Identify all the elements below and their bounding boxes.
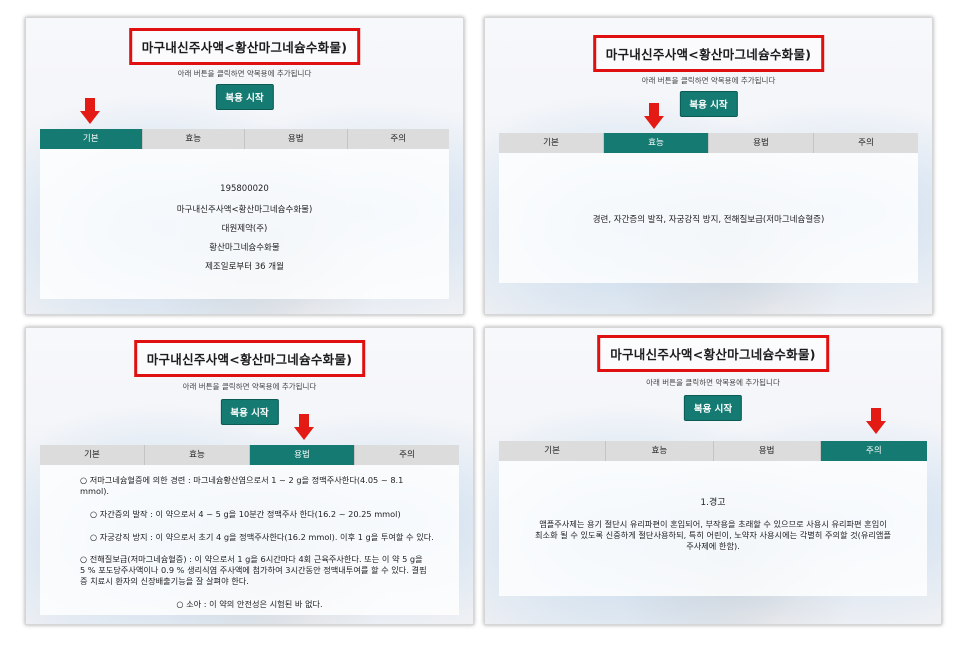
arrow-down-icon [80,98,100,124]
tab-basic[interactable]: 기본 [499,133,604,153]
panel-caution: 마구내신주사액<황산마그네슘수화물) 아래 버튼을 클릭하면 약복용에 추가됩니… [484,327,942,625]
start-button[interactable]: 복용 시작 [215,84,274,110]
panel-basic: 마구내신주사액<황산마그네슘수화물) 아래 버튼을 클릭하면 약복용에 추가됩니… [25,17,464,315]
tab-efficacy[interactable]: 효능 [145,445,250,465]
item-code: 195800020 [220,184,269,194]
usage-item: ○ 자간증의 발작 : 이 약으로서 4 ~ 5 g을 10분간 정맥주사 한다… [90,509,401,519]
tab-caution[interactable]: 주의 [347,129,449,149]
efficacy-text: 경련, 자간증의 발작, 자궁강직 방지, 전해질보급(저마그네슘혈증) [592,215,825,225]
page-title: 마구내신주사액<황산마그네슘수화물) [128,28,361,65]
item-name: 마구내신주사액<황산마그네슘수화물) [176,205,313,215]
tab-efficacy[interactable]: 효능 [604,133,709,153]
tab-usage[interactable]: 용법 [709,133,814,153]
tab-caution[interactable]: 주의 [355,445,459,465]
caution-content: 1.경고 앰플주사제는 용기 절단시 유리파편이 혼입되어, 부작용을 초래할 … [499,461,927,596]
tab-basic[interactable]: 기본 [40,129,143,149]
tab-bar: 기본 효능 용법 주의 [499,441,927,461]
basic-content: 195800020 마구내신주사액<황산마그네슘수화물) 대원제약(주) 황산마… [40,149,449,299]
arrow-down-icon [294,414,314,440]
page-title: 마구내신주사액<황산마그네슘수화물) [133,340,366,377]
usage-item: ○ 소아 : 이 약의 안전성은 시험된 바 없다. [176,599,323,609]
subtitle: 아래 버튼을 클릭하면 약복용에 추가됩니다 [646,378,780,387]
caution-heading: 1.경고 [700,498,726,508]
tab-basic[interactable]: 기본 [499,441,607,461]
panel-efficacy: 마구내신주사액<황산마그네슘수화물) 아래 버튼을 클릭하면 약복용에 추가됩니… [484,17,933,315]
tab-usage[interactable]: 용법 [713,441,821,461]
tab-caution[interactable]: 주의 [820,441,927,461]
page-title: 마구내신주사액<황산마그네슘수화물) [592,35,825,72]
manufacturer: 대원제약(주) [221,224,268,234]
page-title: 마구내신주사액<황산마그네슘수화물) [597,335,829,372]
tab-efficacy[interactable]: 효능 [142,129,245,149]
tab-bar: 기본 효능 용법 주의 [40,445,459,465]
tab-efficacy[interactable]: 효능 [606,441,714,461]
expiry: 제조일로부터 36 개월 [205,262,284,272]
start-button[interactable]: 복용 시작 [679,91,738,117]
usage-item: ○ 전해질보급(저마그네슘혈증) : 이 약으로서 1 g을 6시간마다 4회 … [80,554,427,586]
subtitle: 아래 버튼을 클릭하면 약복용에 추가됩니다 [177,69,312,78]
tab-caution[interactable]: 주의 [814,133,918,153]
tab-bar: 기본 효능 용법 주의 [40,129,449,149]
tab-bar: 기본 효능 용법 주의 [499,133,918,153]
tab-usage[interactable]: 용법 [245,129,348,149]
usage-item: ○ 자궁강직 방지 : 이 약으로서 초기 4 g을 정맥주사한다(16.2 m… [90,532,434,542]
start-button[interactable]: 복용 시작 [220,399,279,425]
start-button[interactable]: 복용 시작 [683,395,743,421]
tab-basic[interactable]: 기본 [40,445,145,465]
efficacy-content: 경련, 자간증의 발작, 자궁강직 방지, 전해질보급(저마그네슘혈증) [499,153,918,283]
tab-usage[interactable]: 용법 [250,445,355,465]
usage-item: ○ 저마그네슘혈증에 의한 경련 : 마그네슘황산염으로서 1 ~ 2 g을 정… [80,475,404,496]
arrow-down-icon [866,408,886,434]
ingredient: 황산마그네슘수화물 [209,243,280,253]
arrow-down-icon [644,103,664,129]
panel-usage: 마구내신주사액<황산마그네슘수화물) 아래 버튼을 클릭하면 약복용에 추가됩니… [25,327,474,625]
subtitle: 아래 버튼을 클릭하면 약복용에 추가됩니다 [182,382,317,391]
caution-text: 앰플주사제는 용기 절단시 유리파편이 혼입되어, 부작용을 초래할 수 있으므… [535,519,891,551]
subtitle: 아래 버튼을 클릭하면 약복용에 추가됩니다 [641,76,776,85]
usage-content: ○ 저마그네슘혈증에 의한 경련 : 마그네슘황산염으로서 1 ~ 2 g을 정… [40,465,459,615]
